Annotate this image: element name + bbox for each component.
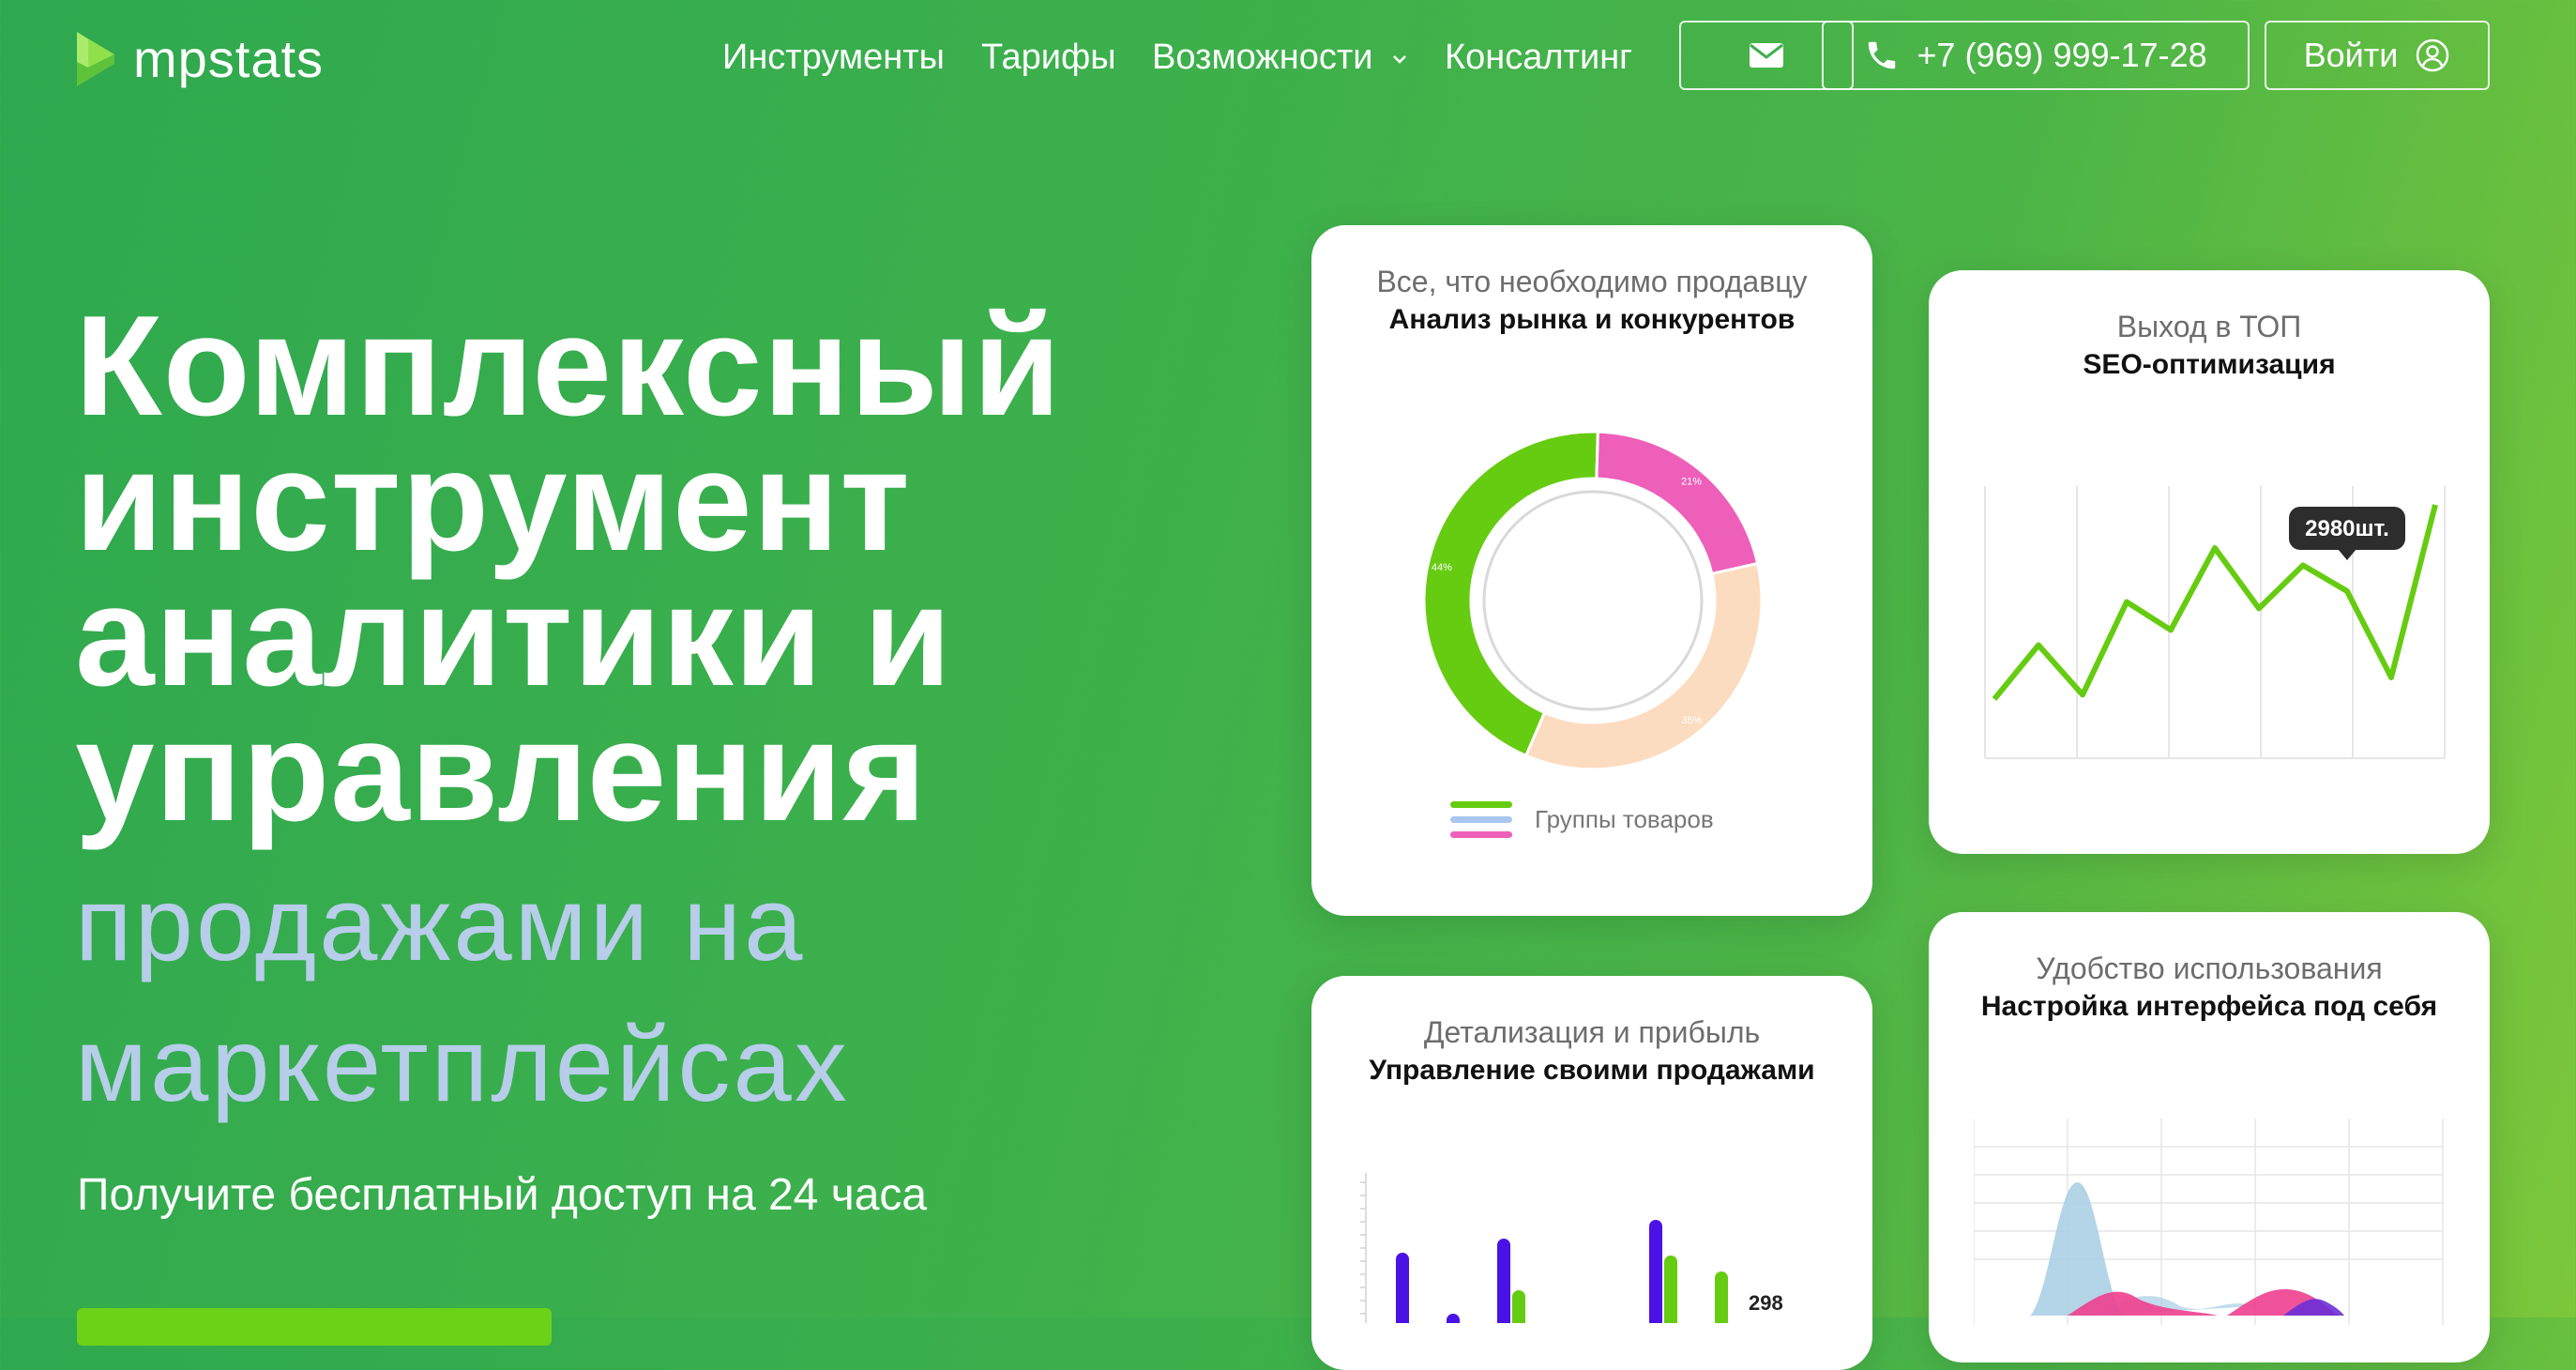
bar xyxy=(1447,1314,1460,1323)
donut-slice xyxy=(1595,430,1760,576)
hero-title-line: аналитики и xyxy=(75,556,952,716)
bar xyxy=(1512,1290,1525,1323)
hero-title-line: Комплексный xyxy=(75,286,1062,446)
login-button[interactable]: Войти xyxy=(2265,21,2490,90)
bar-value-label: 298 xyxy=(1749,1291,1783,1315)
donut-slice xyxy=(1523,561,1764,771)
donut-slice-label: 44% xyxy=(1432,562,1452,573)
donut-slice-label: 21% xyxy=(1681,477,1702,488)
card-ux-title: Настройка интерфейса под себя xyxy=(1980,991,2438,1022)
login-label: Войти xyxy=(2303,36,2399,74)
cta-button[interactable] xyxy=(77,1308,552,1346)
legend-label: Группы товаров xyxy=(1535,805,1714,833)
logo[interactable]: mpstats xyxy=(75,28,324,89)
bar xyxy=(1396,1253,1409,1323)
hero-subtitle: продажами на маркетплейсах xyxy=(75,854,1201,1135)
bar-chart xyxy=(1360,1173,1728,1323)
legend-swatch-green xyxy=(1450,801,1512,808)
mail-icon xyxy=(1750,43,1783,68)
phone-button[interactable]: +7 (969) 999-17-28 xyxy=(1822,21,2250,90)
bar xyxy=(1715,1271,1728,1323)
card-seo: Выход в ТОП SEO-оптимизация 2980шт. xyxy=(1929,270,2490,854)
hero-title: Комплексный инструмент аналитики и управ… xyxy=(75,286,1201,851)
nav-tools[interactable]: Инструменты xyxy=(722,38,945,78)
line-chart: 2980шт. xyxy=(1984,486,2446,759)
donut-slice-label: 35% xyxy=(1681,715,1702,726)
card-seo-title: SEO-оптимизация xyxy=(2083,349,2336,380)
phone-icon xyxy=(1869,41,1896,69)
hero-title-line: управления xyxy=(75,692,928,851)
card-ux-subtitle: Удобство использования xyxy=(2036,951,2383,985)
hero-subtitle-line: маркетплейсах xyxy=(75,1006,850,1123)
nav-features[interactable]: Возможности xyxy=(1152,38,1409,78)
hero-subtitle-line: продажами на xyxy=(75,865,806,982)
nav-pricing[interactable]: Тарифы xyxy=(981,38,1116,78)
card-seo-subtitle: Выход в ТОП xyxy=(2116,310,2302,343)
card-market-analysis: Все, что необходимо продавцу Анализ рынк… xyxy=(1311,225,1872,916)
card-profit-title: Управление своими продажами xyxy=(1369,1055,1815,1086)
nav-features-label: Возможности xyxy=(1152,38,1373,77)
chevron-down-icon xyxy=(1393,55,1406,64)
card-market-subtitle: Все, что необходимо продавцу xyxy=(1376,265,1808,298)
card-profit: Детализация и прибыль Управление своими … xyxy=(1311,976,1872,1370)
card-profit-subtitle: Детализация и прибыль xyxy=(1423,1015,1761,1049)
legend-swatch-pink xyxy=(1450,831,1512,838)
donut-inner-ring xyxy=(1482,490,1704,711)
user-icon xyxy=(2417,38,2449,72)
phone-number: +7 (969) 999-17-28 xyxy=(1917,36,2207,74)
card-market-title: Анализ рынка и конкурентов xyxy=(1388,304,1796,335)
area-chart xyxy=(1974,1119,2444,1325)
logo-mark-icon xyxy=(77,31,114,86)
hero-title-line: инструмент xyxy=(75,421,911,581)
bar xyxy=(1497,1239,1510,1323)
bar xyxy=(1664,1256,1677,1323)
logo-text: mpstats xyxy=(133,29,325,88)
donut-chart: 44% 21% 35% xyxy=(1422,430,1764,771)
chart-tooltip: 2980шт. xyxy=(2289,507,2405,560)
legend-swatches xyxy=(1450,801,1512,838)
legend-swatch-blue xyxy=(1450,816,1512,823)
card-ux: Удобство использования Настройка интерфе… xyxy=(1929,912,2490,1362)
nav-consulting[interactable]: Консалтинг xyxy=(1445,38,1632,78)
bar xyxy=(1649,1220,1662,1323)
tooltip-label: 2980шт. xyxy=(2305,516,2389,541)
hero-cta-text: Получите бесплатный доступ на 24 часа xyxy=(77,1170,928,1220)
